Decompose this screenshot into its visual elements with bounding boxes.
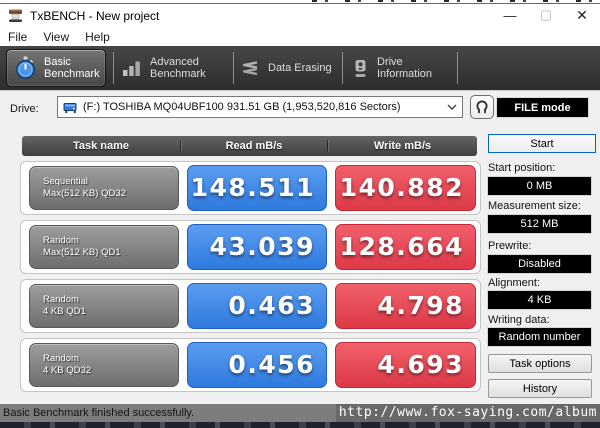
toolbar-separator: [113, 52, 114, 84]
write-value: 140.882: [335, 165, 476, 211]
menu-help[interactable]: Help: [77, 30, 118, 44]
bar-chart-icon: [123, 61, 140, 76]
toolbar-separator: [233, 52, 234, 84]
tab-advanced-label: Advanced Benchmark: [150, 55, 206, 81]
alignment-label: Alignment:: [488, 277, 540, 289]
task-button-random-4k-qd1[interactable]: Random 4 KB QD1: [29, 284, 179, 328]
window-title: TxBENCH - New project: [30, 9, 160, 23]
prewrite-button[interactable]: Disabled: [488, 255, 591, 273]
stopwatch-icon: [16, 56, 35, 79]
write-value: 4.798: [335, 283, 476, 329]
tab-basic-benchmark[interactable]: Basic Benchmark: [6, 49, 106, 87]
minimize-icon[interactable]: —: [492, 2, 528, 28]
refresh-icon: [476, 100, 488, 114]
drive-select-value: (F:) TOSHIBA MQ04UBF100 931.51 GB (1,953…: [83, 101, 401, 113]
writing-data-button[interactable]: Random number: [488, 328, 591, 346]
table-row: Sequential Max(512 KB) QD32 148.511 140.8…: [20, 161, 481, 215]
maximize-icon: ▢: [539, 7, 553, 22]
menu-bar: File View Help: [0, 28, 600, 46]
table-row: Random 4 KB QD32 0.456 4.693: [20, 338, 481, 392]
menu-view[interactable]: View: [35, 30, 77, 44]
task-button-sequential-qd32[interactable]: Sequential Max(512 KB) QD32: [29, 166, 179, 210]
window-controls: — ▢ ✕: [492, 2, 600, 28]
toolbar-separator: [457, 52, 458, 84]
task-button-random-4k-qd32[interactable]: Random 4 KB QD32: [29, 343, 179, 387]
chevron-down-icon: [447, 104, 457, 110]
drive-icon: [355, 59, 366, 77]
refresh-drives-button[interactable]: [470, 95, 494, 119]
task-button-random-512k-qd1[interactable]: Random Max(512 KB) QD1: [29, 225, 179, 269]
read-value: 148.511: [187, 165, 327, 211]
write-value: 4.693: [335, 342, 476, 388]
tab-advanced-benchmark[interactable]: Advanced Benchmark: [122, 49, 232, 87]
status-message: Basic Benchmark finished successfully.: [3, 407, 195, 419]
history-button[interactable]: History: [488, 379, 592, 398]
header-read: Read mB/s: [181, 140, 328, 152]
write-value: 128.664: [335, 224, 476, 270]
drive-select[interactable]: (F:) TOSHIBA MQ04UBF100 931.51 GB (1,953…: [57, 96, 463, 118]
writing-data-label: Writing data:: [488, 314, 550, 326]
watermark-url: http://www.fox-saying.com/album: [335, 404, 600, 422]
read-value: 43.039: [187, 224, 327, 270]
table-row: Random 4 KB QD1 0.463 4.798: [20, 279, 481, 333]
start-position-button[interactable]: 0 MB: [488, 177, 591, 195]
measurement-size-label: Measurement size:: [488, 200, 581, 212]
measurement-size-button[interactable]: 512 MB: [488, 215, 591, 233]
erase-zigzag-icon: [242, 60, 258, 75]
start-button[interactable]: Start: [488, 134, 596, 153]
task-options-button[interactable]: Task options: [488, 354, 592, 373]
toolbar-separator: [342, 52, 343, 84]
tab-basic-label: Basic Benchmark: [44, 55, 100, 81]
title-bar: TxBENCH - New project — ▢ ✕: [0, 4, 600, 28]
toolbar: Basic Benchmark Advanced Benchmark Data Er…: [0, 46, 600, 90]
tab-data-erasing-label: Data Erasing: [268, 61, 332, 74]
menu-file[interactable]: File: [0, 30, 35, 44]
tab-drive-information[interactable]: Drive Information: [352, 49, 454, 87]
prewrite-label: Prewrite:: [488, 240, 532, 252]
start-position-label: Start position:: [488, 162, 556, 174]
header-write: Write mB/s: [373, 140, 432, 152]
table-row: Random Max(512 KB) QD1 43.039 128.664: [20, 220, 481, 274]
tab-drive-info-label: Drive Information: [377, 55, 433, 81]
benchmark-table-header: Task name Read mB/s Write mB/s: [22, 136, 477, 156]
read-value: 0.456: [187, 342, 327, 388]
file-mode-button[interactable]: FILE mode: [497, 98, 588, 117]
header-task-name: Task name: [22, 140, 181, 152]
read-value: 0.463: [187, 283, 327, 329]
alignment-button[interactable]: 4 KB: [488, 291, 591, 309]
drive-label: Drive:: [10, 103, 39, 115]
tab-data-erasing[interactable]: Data Erasing: [241, 49, 339, 87]
app-icon: [9, 9, 22, 22]
close-icon[interactable]: ✕: [564, 2, 600, 28]
disk-drive-icon: [63, 102, 77, 113]
watermark-fragment-strip-bottom: [0, 422, 600, 428]
